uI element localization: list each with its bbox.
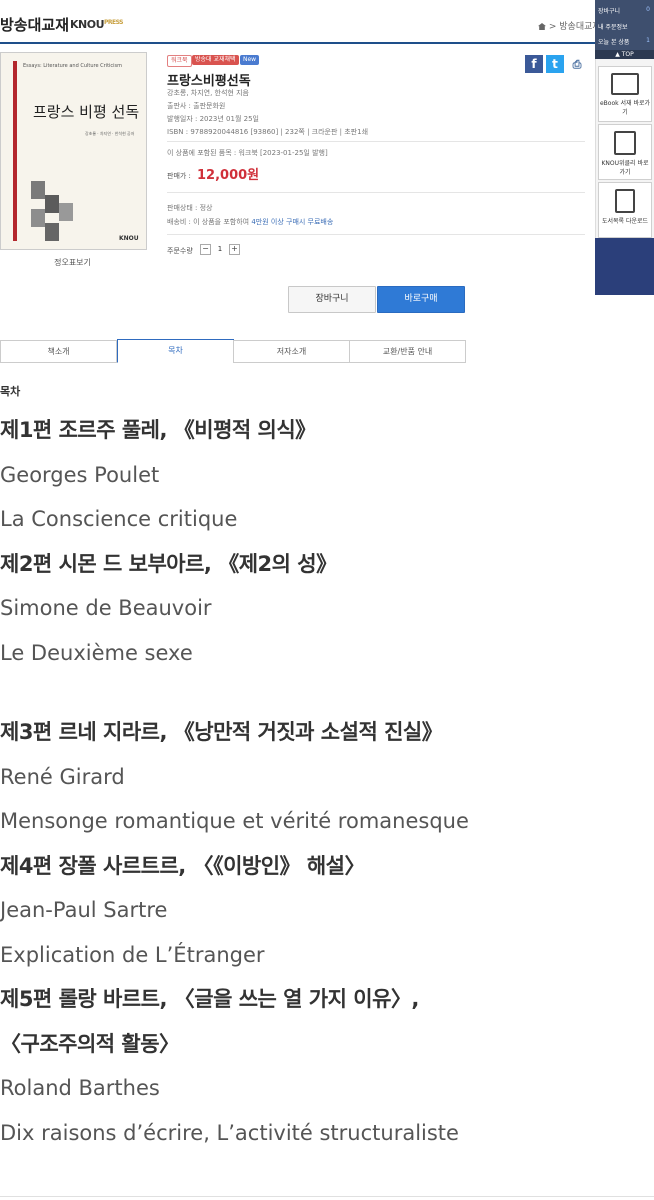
ebook-library-label: eBook 서재 바로가기 [599,100,651,116]
print-icon[interactable]: ⎙ [567,55,587,75]
product-edition: 초판1쇄 [344,128,369,136]
cover-portrait [31,181,45,199]
cover-publisher-logo: KNOU [119,235,139,242]
breadcrumb-category[interactable]: > 방송대교재 [549,22,601,32]
divider [167,234,585,235]
tab-author-intro[interactable]: 저자소개 [233,340,350,363]
quick-cart-label: 장바구니 [598,8,621,15]
toc-list: 제1편 조르주 풀레, 《비평적 의식》 Georges Poulet La C… [0,408,600,1155]
ebook-library-button[interactable]: eBook 서재 바로가기 [598,66,652,122]
toc-heading: 목차 [0,385,21,398]
toc-spacer [0,675,600,710]
product-size: 크라운판 [311,128,338,136]
new-badge: New [240,55,260,65]
knou-weekly-button[interactable]: KNOU위클리 바로가기 [598,124,652,180]
toc-work: Dix raisons d’écrire, L’activité structu… [0,1120,459,1145]
cover-title: 프랑스 비평 선독 [33,103,140,121]
site-logo[interactable]: 방송대교재 [0,14,69,35]
footer-divider [0,1196,654,1197]
free-shipping-note: 4만원 이상 구매시 무료배송 [251,218,334,226]
textbook-badge: 방송대 교재채택 [192,55,239,65]
quick-viewed-count: 1 [646,37,650,44]
errata-link[interactable]: 정오표보기 [0,257,145,268]
cover-portrait [31,209,45,227]
quick-menu-footer [595,238,654,295]
scroll-top-button[interactable]: ▲ TOP [595,50,654,59]
facebook-share-icon[interactable]: f [525,55,543,73]
knou-weekly-label: KNOU위클리 바로가기 [601,160,649,176]
tab-contents[interactable]: 목차 [117,339,234,363]
cover-portrait [45,195,59,213]
shipping-prefix: 배송비 : 이 상품을 포함하여 [167,218,250,226]
toc-author: Georges Poulet [0,462,160,487]
product-specs: ISBN : 9788920044816 [93860] | 232쪽 | 크라… [167,128,369,136]
product-publisher: 출판사 : 출판문화원 [167,102,226,110]
cover-authors: 강초롱 · 차지연 · 한석현 공저 [85,131,135,136]
tab-book-intro[interactable]: 책소개 [0,340,117,363]
book-cover-image[interactable]: Essays: Literature and Culture Criticism… [0,52,147,250]
quick-viewed-label: 오늘 본 상품 [598,39,630,46]
quantity-input[interactable]: 1 [212,244,228,253]
newspaper-icon [614,131,636,155]
knou-press-logo-text: KNOU [70,18,105,31]
knou-press-logo[interactable]: KNOUPRESS [70,18,124,31]
product-isbn: ISBN : 9788920044816 [93860] [167,128,279,136]
toc-author: Simone de Beauvoir [0,596,212,620]
add-to-cart-button[interactable]: 장바구니 [288,286,376,313]
cover-series-text: Essays: Literature and Culture Criticism [23,63,123,69]
quick-cart-count: 0 [646,6,650,13]
product-price: 12,000원 [197,168,260,183]
toc-part-title-continued: 〈구조주의적 활동〉 [0,1031,180,1056]
twitter-share-icon[interactable]: t [546,55,564,73]
product-authors: 강초롱, 차지연, 한석현 지음 [167,89,249,97]
catalog-download-button[interactable]: 도서목록 다운로드 [598,182,652,238]
buy-now-button[interactable]: 바로구매 [377,286,465,313]
quick-orders-label: 내 주문정보 [598,24,628,31]
divider [167,192,585,193]
product-title: 프랑스비평선독 [167,74,251,89]
document-icon [615,189,635,213]
toc-author: Roland Barthes [0,1076,160,1100]
quantity-label: 주문수량 [167,247,193,255]
tab-exchange-return[interactable]: 교환/반품 안내 [349,340,466,363]
workbook-badge: 워크북 [167,55,192,67]
divider [167,141,585,142]
quick-orders-link[interactable]: 내 주문정보 [598,22,652,34]
quantity-decrease-button[interactable]: − [200,244,211,255]
sale-status: 판매상태 : 정상 [167,204,213,212]
cover-spine-stripe [13,61,17,241]
quick-viewed-link[interactable]: 오늘 본 상품 1 [598,37,652,49]
press-logo-text: PRESS [104,19,124,26]
product-date: 발행일자 : 2023년 01월 25일 [167,115,259,123]
shipping-info: 배송비 : 이 상품을 포함하여 4만원 이상 구매시 무료배송 [167,217,333,227]
toc-part-title: 제2편 시몬 드 보부아르, 《제2의 성》 [0,551,337,576]
toc-work: Explication de L’Étranger [0,942,265,967]
toc-work: La Conscience critique [0,507,238,531]
included-items: 이 상품에 포함된 품목 : 워크북 [2023-01-25일 발행] [167,149,328,157]
home-icon[interactable] [538,23,546,30]
toc-work: Mensonge romantique et vérité romanesque [0,809,469,833]
breadcrumb: > 방송대교재 [538,19,601,32]
toc-author: René Girard [0,764,125,789]
toc-part-title: 제1편 조르주 풀레, 《비평적 의식》 [0,418,316,442]
toc-part-title: 제3편 르네 지라르, 《낭만적 거짓과 소설적 진실》 [0,720,443,744]
price-label: 판매가 : [167,172,191,180]
product-pages: 232쪽 [285,128,305,136]
toc-work: Le Deuxième sexe [0,640,193,665]
toc-part-title: 제5편 롤랑 바르트, 〈글을 쓰는 열 가지 이유〉, [0,987,419,1011]
ebook-icon [611,73,639,95]
quantity-increase-button[interactable]: + [229,244,240,255]
quick-cart-link[interactable]: 장바구니 0 [598,6,652,18]
toc-author: Jean-Paul Sartre [0,898,168,922]
cover-portrait [45,223,59,241]
catalog-download-label: 도서목록 다운로드 [601,218,649,225]
cover-portrait [59,203,73,221]
toc-part-title: 제4편 장폴 사르트르, 〈《이방인》 해설〉 [0,853,366,878]
